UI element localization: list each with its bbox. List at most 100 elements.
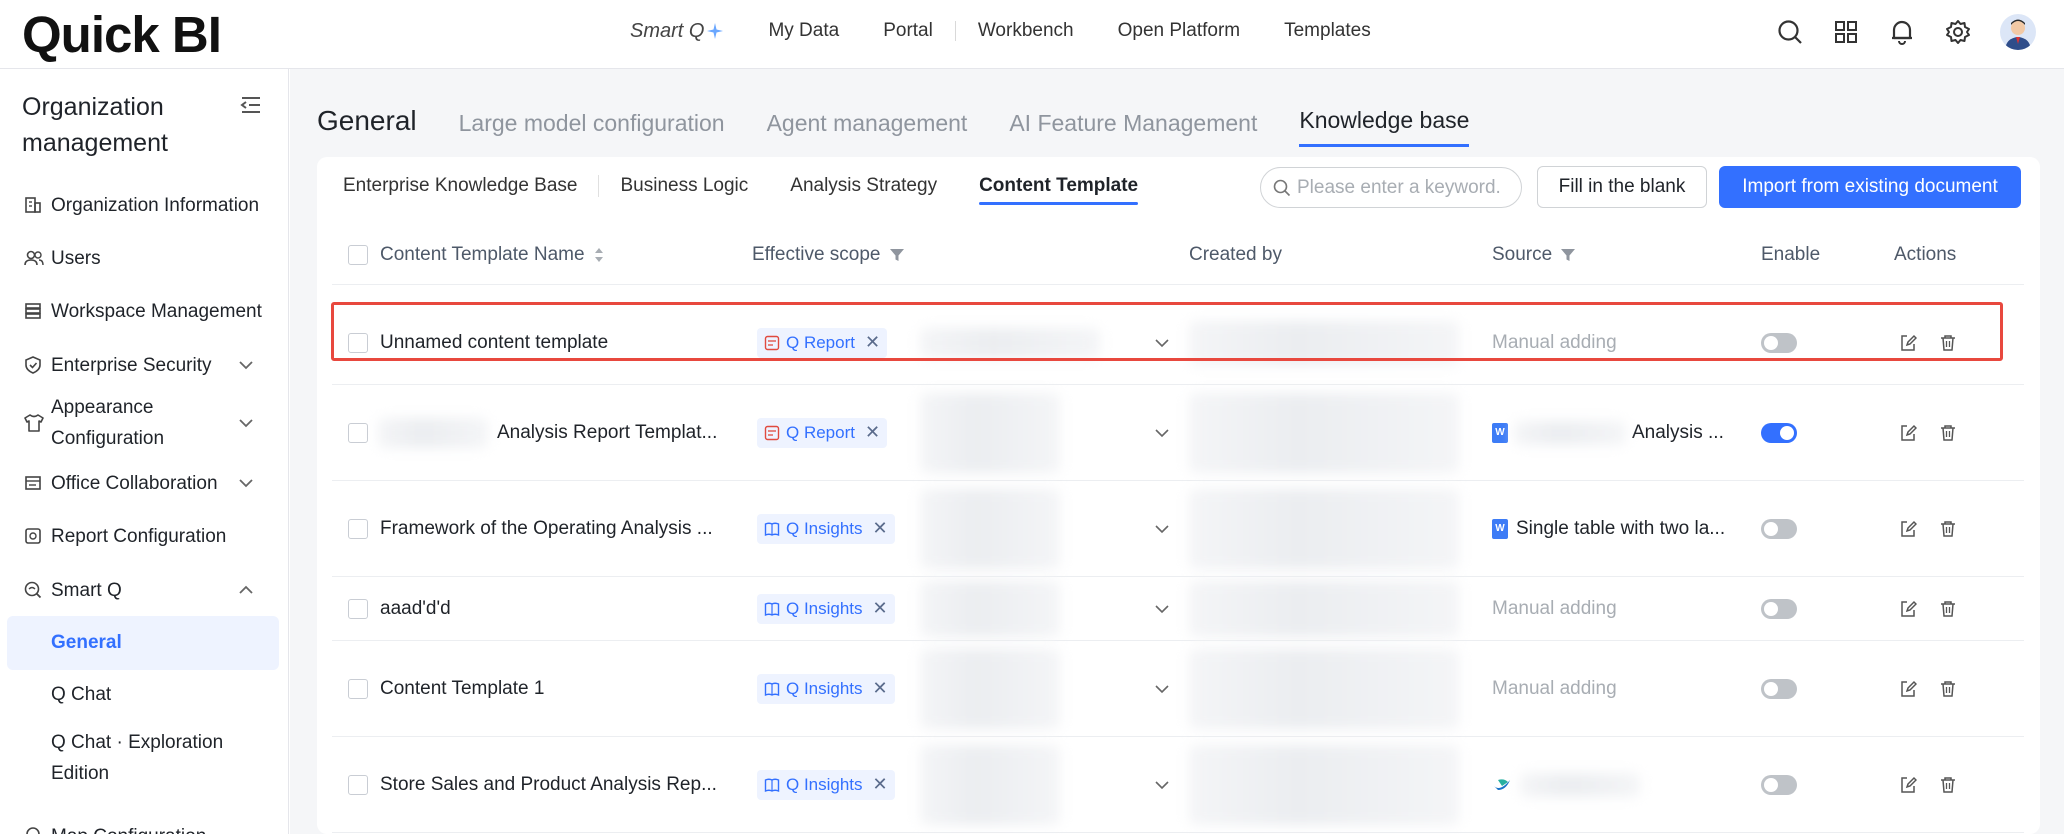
col-name[interactable]: Content Template Name — [380, 225, 605, 285]
nav-templates[interactable]: Templates — [1262, 20, 1393, 42]
template-name[interactable]: Analysis Report Templat... — [497, 385, 717, 480]
template-name[interactable]: Content Template 1 — [380, 641, 544, 736]
remove-tag-icon[interactable]: ✕ — [865, 332, 880, 353]
source-text: Manual adding — [1492, 331, 1617, 353]
gear-icon[interactable] — [1944, 18, 1972, 46]
sidebar-item-report-configuration[interactable]: Report Configuration — [0, 521, 288, 551]
remove-tag-icon[interactable]: ✕ — [873, 598, 888, 619]
row-checkbox[interactable] — [348, 385, 368, 480]
edit-icon[interactable] — [1899, 776, 1917, 794]
filter-icon[interactable] — [1560, 247, 1576, 263]
sidebar-item-general[interactable]: General — [7, 616, 279, 670]
chevron-down-icon[interactable] — [238, 478, 254, 488]
remove-tag-icon[interactable]: ✕ — [865, 422, 880, 443]
tab-agent-management[interactable]: Agent management — [767, 110, 968, 147]
search-icon[interactable] — [1776, 18, 1804, 46]
subtab-content-template[interactable]: Content Template — [958, 157, 1159, 214]
chevron-down-icon[interactable] — [1154, 385, 1170, 480]
delete-icon[interactable] — [1939, 424, 1957, 442]
remove-tag-icon[interactable]: ✕ — [873, 774, 888, 795]
template-name[interactable]: Unnamed content template — [380, 301, 608, 384]
chevron-down-icon[interactable] — [1154, 577, 1170, 640]
chevron-down-icon[interactable] — [1154, 301, 1170, 384]
row-checkbox[interactable] — [348, 641, 368, 736]
template-name[interactable]: Store Sales and Product Analysis Rep... — [380, 737, 717, 832]
sidebar-item-users[interactable]: Users — [0, 243, 288, 273]
table-row: Analysis Report Templat... Q Report ✕ W A… — [332, 385, 2024, 481]
delete-icon[interactable] — [1939, 680, 1957, 698]
col-effective-scope[interactable]: Effective scope — [752, 225, 905, 285]
filter-icon[interactable] — [889, 247, 905, 263]
quick-bi-logo[interactable]: Quick BI — [22, 6, 222, 63]
avatar[interactable] — [2000, 14, 2036, 50]
sidebar-item-q-chat-exploration[interactable]: Q Chat · Exploration Edition — [7, 726, 279, 790]
tab-knowledge-base[interactable]: Knowledge base — [1299, 107, 1470, 147]
search-box[interactable] — [1260, 167, 1522, 208]
chevron-down-icon[interactable] — [1154, 737, 1170, 832]
row-checkbox[interactable] — [348, 301, 368, 384]
sidebar-item-enterprise-security[interactable]: Enterprise Security — [0, 350, 288, 380]
sidebar-item-organization-information[interactable]: Organization Information — [0, 190, 288, 220]
template-name[interactable]: Framework of the Operating Analysis ... — [380, 481, 713, 576]
sidebar-item-smart-q[interactable]: Smart Q — [0, 575, 288, 605]
sort-icon[interactable] — [593, 245, 605, 265]
edit-icon[interactable] — [1899, 680, 1917, 698]
chevron-up-icon[interactable] — [238, 585, 254, 595]
sidebar-item-appearance-configuration[interactable]: Appearance Configuration — [0, 391, 288, 455]
subtab-analysis-strategy[interactable]: Analysis Strategy — [769, 157, 958, 214]
edit-icon[interactable] — [1899, 334, 1917, 352]
enable-toggle[interactable] — [1761, 641, 1797, 736]
delete-icon[interactable] — [1939, 334, 1957, 352]
creator-blur — [1189, 301, 1459, 384]
sidebar-item-office-collaboration[interactable]: Office Collaboration — [0, 468, 288, 498]
delete-icon[interactable] — [1939, 600, 1957, 618]
chevron-down-icon[interactable] — [238, 360, 254, 370]
subtab-enterprise-knowledge-base[interactable]: Enterprise Knowledge Base — [343, 157, 598, 214]
nav-workbench[interactable]: Workbench — [956, 20, 1096, 42]
bell-icon[interactable] — [1888, 18, 1916, 46]
search-input[interactable] — [1297, 176, 1507, 199]
nav-open-platform[interactable]: Open Platform — [1096, 20, 1263, 42]
sidebar-item-q-chat[interactable]: Q Chat — [7, 675, 279, 715]
row-checkbox[interactable] — [348, 577, 368, 640]
source-cell: W Single table with two la... — [1492, 481, 1725, 576]
nav-my-data[interactable]: My Data — [746, 20, 861, 42]
enable-toggle[interactable] — [1761, 301, 1797, 384]
nav-smart-q[interactable]: Smart Q — [630, 20, 746, 43]
fill-in-blank-button[interactable]: Fill in the blank — [1537, 166, 1707, 208]
collapse-sidebar-icon[interactable] — [240, 95, 262, 115]
sidebar-item-map-configuration[interactable]: Map Configuration — [0, 821, 288, 834]
tab-general[interactable]: General — [317, 105, 417, 147]
row-checkbox[interactable] — [348, 481, 368, 576]
chevron-down-icon[interactable] — [238, 418, 254, 428]
sidebar-item-workspace-management[interactable]: Workspace Management — [0, 296, 288, 326]
chevron-down-icon[interactable] — [1154, 641, 1170, 736]
subtab-business-logic[interactable]: Business Logic — [599, 157, 769, 214]
tab-ai-feature-management[interactable]: AI Feature Management — [1009, 110, 1257, 147]
enable-toggle[interactable] — [1761, 577, 1797, 640]
enable-toggle[interactable] — [1761, 385, 1797, 480]
enable-toggle[interactable] — [1761, 481, 1797, 576]
top-icons — [1776, 12, 2036, 52]
nav-portal[interactable]: Portal — [861, 20, 955, 42]
insights-tag-icon — [764, 522, 780, 536]
remove-tag-icon[interactable]: ✕ — [873, 518, 888, 539]
scope-tag: Q Insights ✕ — [757, 641, 895, 736]
remove-tag-icon[interactable]: ✕ — [873, 678, 888, 699]
edit-icon[interactable] — [1899, 424, 1917, 442]
delete-icon[interactable] — [1939, 776, 1957, 794]
enable-toggle[interactable] — [1761, 737, 1797, 832]
source-text: Manual adding — [1492, 597, 1617, 619]
row-checkbox[interactable] — [348, 737, 368, 832]
tab-large-model-configuration[interactable]: Large model configuration — [459, 110, 725, 147]
import-document-button[interactable]: Import from existing document — [1719, 166, 2021, 208]
apps-grid-icon[interactable] — [1832, 18, 1860, 46]
delete-icon[interactable] — [1939, 520, 1957, 538]
chevron-down-icon[interactable] — [1154, 481, 1170, 576]
edit-icon[interactable] — [1899, 600, 1917, 618]
select-all-checkbox[interactable] — [348, 225, 368, 285]
edit-icon[interactable] — [1899, 520, 1917, 538]
scope-blur — [920, 301, 1110, 384]
template-name[interactable]: aaad'd'd — [380, 577, 451, 640]
col-source[interactable]: Source — [1492, 225, 1576, 285]
